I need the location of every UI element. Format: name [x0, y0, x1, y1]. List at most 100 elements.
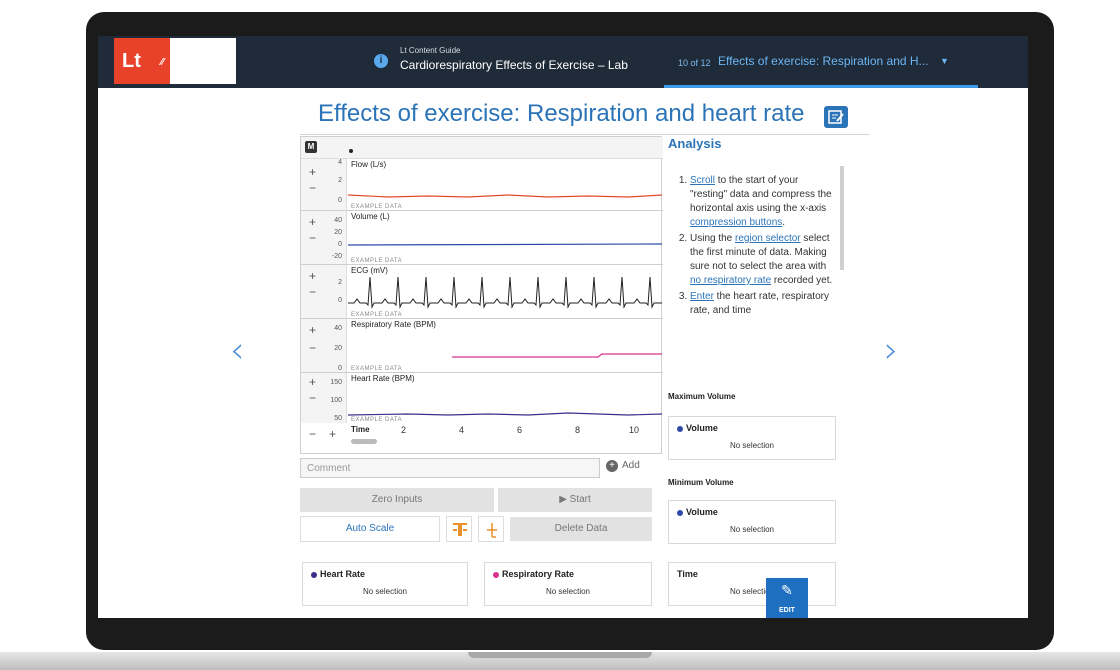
logo-panel: [170, 38, 236, 84]
time-tick: 10: [629, 425, 640, 435]
max-volume-title: Maximum Volume: [668, 392, 736, 401]
tick-label: -20: [331, 253, 342, 260]
tick-label: 50: [334, 415, 342, 422]
lt-logo[interactable]: Lt ⁄⁄: [114, 38, 170, 84]
channel-ecg: + − 2 0 ECG (mV) EXAMPLE DATA: [301, 265, 663, 319]
guide-label: Lt Content Guide: [400, 46, 461, 55]
zoom-out-button[interactable]: −: [309, 231, 316, 245]
channel-heart-rate: + − 150 100 50 Heart Rate (BPM) EXAMPLE …: [301, 373, 663, 423]
analysis-step-2: Using the region selector select the fir…: [690, 232, 836, 288]
channel-label: ECG (mV): [351, 266, 388, 275]
channel-respiratory-rate: + − 40 20 0 Respiratory Rate (BPM) EXAMP…: [301, 319, 663, 373]
zoom-in-button[interactable]: +: [309, 215, 316, 229]
tick-label: 20: [334, 345, 342, 352]
tick-label: 0: [338, 241, 342, 248]
expand-horizontal-icon[interactable]: [478, 516, 504, 542]
marker-dot[interactable]: [349, 149, 353, 153]
series-dot: [677, 509, 683, 516]
channel-volume: + − 40 20 0 -20 Volume (L) EXAMPLE DATA: [301, 211, 663, 265]
logo-text: Lt: [122, 50, 141, 72]
zoom-in-button[interactable]: +: [309, 323, 316, 337]
zoom-out-button[interactable]: −: [309, 341, 316, 355]
time-axis: − + Time 2 4 6 8 10: [301, 423, 663, 453]
channel-controls: + − 40 20 0 -20: [301, 211, 347, 264]
zoom-in-button[interactable]: +: [309, 165, 316, 179]
step-text: Using the: [690, 233, 736, 244]
info-icon[interactable]: i: [374, 54, 388, 68]
zoom-out-button[interactable]: −: [309, 391, 316, 405]
tick-label: 100: [330, 397, 342, 404]
respiratory-rate-stat-title: Respiratory Rate: [502, 569, 575, 579]
prev-page-arrow[interactable]: ‹: [230, 330, 244, 371]
page-selector[interactable]: 10 of 12 Effects of exercise: Respiratio…: [664, 36, 978, 88]
start-button[interactable]: ▶ Start: [498, 488, 652, 512]
heart-rate-stat-value: No selection: [362, 587, 408, 596]
time-tick: 8: [575, 425, 581, 435]
delete-data-button[interactable]: Delete Data: [510, 517, 652, 541]
chevron-down-icon: ▼: [940, 56, 949, 66]
max-volume-stat: Volume No selection: [668, 416, 836, 460]
series-dot: [677, 425, 683, 432]
horizontal-scroll-thumb[interactable]: [351, 439, 377, 444]
edit-label: EDIT: [779, 607, 795, 614]
scroll-link[interactable]: Scroll: [690, 175, 715, 186]
channel-flow: + − 4 2 0 Flow (L/s) EXAMPLE DATA: [301, 159, 663, 211]
channel-controls: + − 40 20 0: [301, 319, 347, 372]
time-stat: Time No selection: [668, 562, 836, 606]
volume-trace: [348, 243, 662, 246]
time-label: Time: [351, 425, 370, 434]
edit-note-icon[interactable]: [824, 106, 848, 128]
zoom-out-button[interactable]: −: [309, 285, 316, 299]
example-data-label: EXAMPLE DATA: [351, 366, 403, 372]
next-page-arrow[interactable]: ›: [884, 330, 898, 371]
compress-horizontal-icon[interactable]: [446, 516, 472, 542]
auto-scale-button[interactable]: Auto Scale: [300, 516, 440, 542]
time-tick: 6: [517, 425, 523, 435]
tick-label: 0: [338, 197, 342, 204]
ecg-trace: [348, 276, 662, 309]
min-volume-label: Volume: [677, 507, 718, 517]
top-bar: Lt ⁄⁄ i Lt Content Guide Cardiorespirator…: [98, 36, 1028, 88]
analysis-scrollbar[interactable]: [840, 166, 844, 270]
channel-label: Heart Rate (BPM): [351, 374, 415, 383]
time-zoom-in-button[interactable]: +: [329, 427, 336, 441]
min-volume-series: Volume: [686, 507, 718, 517]
step-text: .: [782, 217, 786, 228]
zoom-out-button[interactable]: −: [309, 181, 316, 195]
channel-label: Respiratory Rate (BPM): [351, 320, 436, 329]
enter-link[interactable]: Enter: [690, 291, 714, 302]
tick-label: 20: [334, 229, 342, 236]
guide-title: Cardiorespiratory Effects of Exercise – …: [400, 58, 628, 72]
time-zoom-out-button[interactable]: −: [309, 427, 316, 441]
spark-icon: ⁄⁄: [160, 57, 164, 68]
page-count: 10 of 12: [678, 58, 711, 68]
analysis-step-1: Scroll to the start of your "resting" da…: [690, 174, 836, 230]
min-volume-stat: Volume No selection: [668, 500, 836, 544]
compression-buttons-link[interactable]: compression buttons: [690, 217, 782, 228]
respiratory-rate-stat: Respiratory Rate No selection: [484, 562, 652, 606]
tick-label: 150: [330, 379, 342, 386]
no-respiratory-rate-link[interactable]: no respiratory rate: [690, 275, 771, 286]
series-dot: [493, 571, 499, 578]
zoom-in-button[interactable]: +: [309, 375, 316, 389]
zero-inputs-button[interactable]: Zero Inputs: [300, 488, 494, 512]
region-selector-link[interactable]: region selector: [735, 233, 801, 244]
tick-label: 4: [338, 159, 342, 166]
max-volume-value: No selection: [729, 441, 775, 450]
add-comment-button[interactable]: + Add: [606, 460, 656, 476]
max-volume-series: Volume: [686, 423, 718, 433]
series-dot: [311, 571, 317, 578]
edit-button[interactable]: ✎ EDIT: [766, 578, 808, 618]
marker-badge[interactable]: M: [305, 141, 317, 153]
chart-header: M: [301, 137, 663, 159]
chart-panel[interactable]: M + − 4 2 0 Flow (L/s) EXAMPLE DATA + − …: [300, 136, 663, 454]
zoom-in-button[interactable]: +: [309, 269, 316, 283]
screen: Lt ⁄⁄ i Lt Content Guide Cardiorespirator…: [98, 36, 1028, 618]
title-divider: [300, 134, 870, 135]
analysis-title: Analysis: [668, 136, 722, 151]
comment-input[interactable]: Comment: [300, 458, 600, 478]
respiratory-rate-stat-value: No selection: [545, 587, 591, 596]
analysis-instructions: Scroll to the start of your "resting" da…: [676, 174, 836, 370]
respiratory-rate-stat-label: Respiratory Rate: [493, 569, 574, 579]
add-label: Add: [622, 460, 640, 471]
